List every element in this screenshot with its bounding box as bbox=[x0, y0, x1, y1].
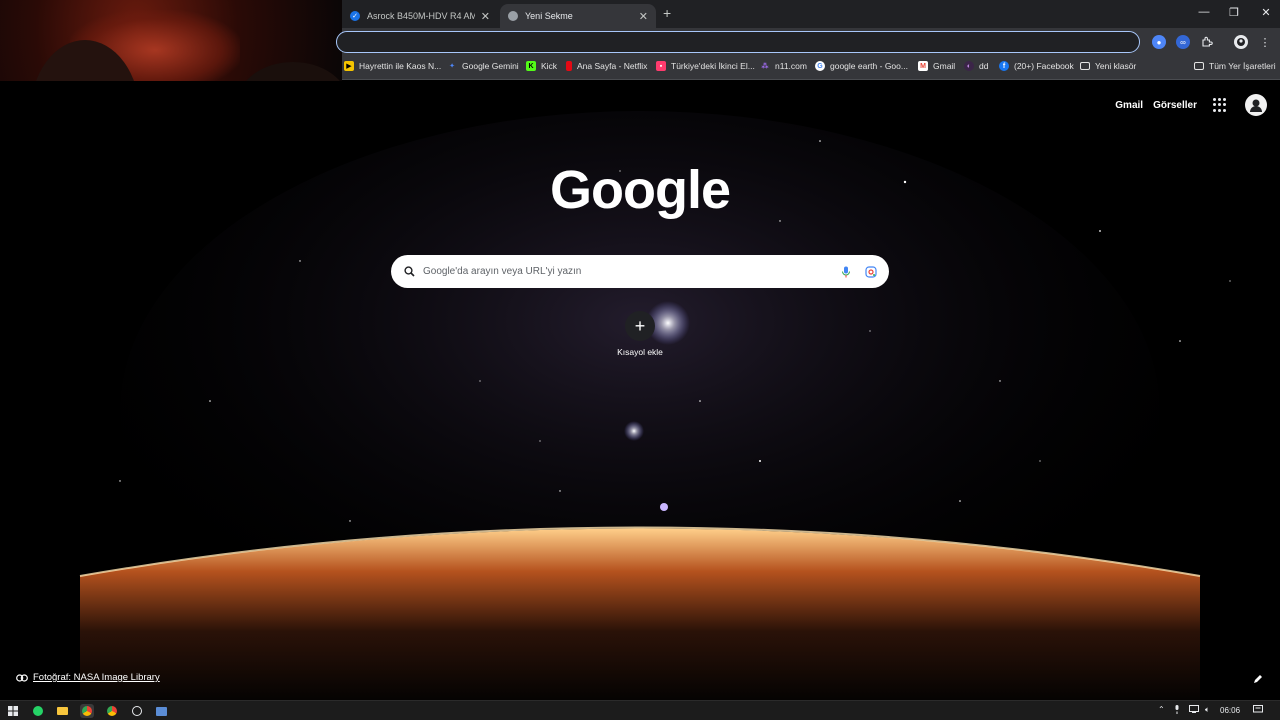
profile-icon[interactable] bbox=[1234, 35, 1248, 49]
network-icon[interactable] bbox=[1189, 705, 1199, 715]
gmail-link[interactable]: Gmail bbox=[1115, 100, 1143, 111]
kick-icon: K bbox=[526, 61, 536, 71]
folder-icon bbox=[1194, 62, 1204, 70]
avatar-icon bbox=[1250, 99, 1262, 112]
whatsapp-icon[interactable] bbox=[31, 704, 45, 718]
tab-title: Yeni Sekme bbox=[525, 11, 573, 21]
bookmark-item[interactable]: ▪ Türkiye'deki İkinci El... bbox=[656, 61, 755, 71]
dd-icon: ◐ bbox=[964, 61, 974, 71]
menu-kebab-icon[interactable]: ⋮ bbox=[1258, 35, 1272, 49]
bookmark-item[interactable]: ▶ Hayrettin ile Kaos N... bbox=[344, 61, 441, 71]
gmail-icon: M bbox=[918, 61, 928, 71]
bookmark-item[interactable]: K Kick bbox=[526, 61, 557, 71]
bookmark-item[interactable]: M Gmail bbox=[918, 61, 955, 71]
link-icon bbox=[16, 673, 28, 682]
bookmark-item[interactable]: ⁂ n11.com bbox=[760, 61, 807, 71]
folder-icon bbox=[1080, 62, 1090, 70]
search-input[interactable]: Google'da arayın veya URL'yi yazın bbox=[423, 266, 841, 277]
customize-pencil-icon[interactable] bbox=[1252, 672, 1264, 690]
new-tab-page: Gmail Görseller Google Google'da arayın … bbox=[0, 81, 1280, 700]
bookmark-item[interactable]: Ana Sayfa - Netflix bbox=[566, 61, 647, 71]
background-attribution-link[interactable]: Fotoğraf: NASA Image Library bbox=[16, 672, 160, 683]
search-icon bbox=[404, 266, 415, 277]
tab-close-icon[interactable]: ✕ bbox=[481, 10, 490, 23]
bookmark-item[interactable]: f (20+) Facebook bbox=[999, 61, 1074, 71]
new-tab-button[interactable]: + bbox=[663, 5, 671, 21]
images-link[interactable]: Görseller bbox=[1153, 100, 1197, 111]
notification-icon[interactable] bbox=[1253, 705, 1263, 716]
account-avatar[interactable] bbox=[1245, 94, 1267, 116]
n11-icon: ⁂ bbox=[761, 63, 769, 70]
taskbar-clock[interactable]: 06:06 bbox=[1220, 706, 1240, 715]
shortcut-label: Kısayol ekle bbox=[617, 347, 663, 357]
google-logo: Google bbox=[550, 160, 731, 220]
volume-icon[interactable]: 🔈︎ bbox=[1205, 705, 1210, 715]
gemini-icon: ✦ bbox=[449, 63, 455, 70]
tray-chevron-icon[interactable]: ⌃ bbox=[1158, 705, 1165, 714]
plus-icon: + bbox=[625, 311, 655, 341]
facebook-icon: f bbox=[999, 61, 1009, 71]
bookmark-item[interactable]: ◐ dd bbox=[964, 61, 988, 71]
bookmark-item[interactable]: Ggoogle earth - Goo... bbox=[815, 61, 908, 71]
marketplace-icon: ▪ bbox=[656, 61, 666, 71]
attribution-text: Fotoğraf: NASA Image Library bbox=[33, 672, 160, 683]
extension-icon[interactable]: ∞ bbox=[1176, 35, 1190, 49]
tab-asrock[interactable]: ✓ Asrock B450M-HDV R4 AMD AM4 ✕ bbox=[342, 4, 498, 28]
tab-title: Asrock B450M-HDV R4 AMD AM4 bbox=[367, 11, 475, 21]
windows-taskbar: ⌃ 🔈︎ 06:06 bbox=[0, 700, 1280, 720]
restore-button[interactable]: ❐ bbox=[1226, 6, 1242, 19]
bookmark-item[interactable]: ✦ Google Gemini bbox=[447, 61, 519, 71]
microphone-icon[interactable] bbox=[841, 266, 851, 278]
app-icon[interactable] bbox=[154, 704, 168, 718]
tab-close-icon[interactable]: ✕ bbox=[639, 10, 648, 23]
chrome-icon bbox=[508, 11, 518, 21]
browser-toolbar: ● ∞ ⋮ bbox=[336, 28, 1280, 56]
check-shield-icon: ✓ bbox=[350, 11, 360, 21]
windows-start-icon[interactable] bbox=[6, 704, 20, 718]
bookmarks-bar: ▶ Hayrettin ile Kaos N... ✦ Google Gemini … bbox=[342, 56, 1280, 80]
omnibox[interactable] bbox=[336, 31, 1140, 53]
top-links: Gmail Görseller bbox=[1115, 93, 1280, 117]
window-close-button[interactable]: ✕ bbox=[1258, 6, 1274, 19]
search-box[interactable]: Google'da arayın veya URL'yi yazın bbox=[391, 255, 889, 288]
apps-grid-icon[interactable] bbox=[1213, 98, 1227, 112]
microphone-tray-icon[interactable] bbox=[1174, 705, 1180, 716]
chrome-taskbar-icon[interactable] bbox=[105, 704, 119, 718]
chrome-taskbar-icon[interactable] bbox=[80, 704, 94, 718]
minimize-button[interactable]: — bbox=[1196, 6, 1212, 18]
bookmark-item[interactable]: Yeni klasör bbox=[1080, 61, 1136, 71]
google-icon: G bbox=[815, 61, 825, 71]
tab-strip: ✓ Asrock B450M-HDV R4 AMD AM4 ✕ Yeni Sek… bbox=[342, 0, 1280, 28]
media-icon: ▶ bbox=[344, 61, 354, 71]
extensions-puzzle-icon[interactable] bbox=[1200, 35, 1214, 49]
extension-icon[interactable]: ● bbox=[1152, 35, 1166, 49]
tab-new-tab[interactable]: Yeni Sekme ✕ bbox=[500, 4, 656, 28]
add-shortcut[interactable]: + Kısayol ekle bbox=[615, 311, 665, 357]
netflix-icon bbox=[566, 61, 572, 71]
obs-icon[interactable] bbox=[130, 704, 144, 718]
google-lens-icon[interactable] bbox=[865, 265, 877, 278]
file-explorer-icon[interactable] bbox=[55, 704, 69, 718]
all-bookmarks[interactable]: Tüm Yer İşaretleri bbox=[1194, 61, 1276, 71]
